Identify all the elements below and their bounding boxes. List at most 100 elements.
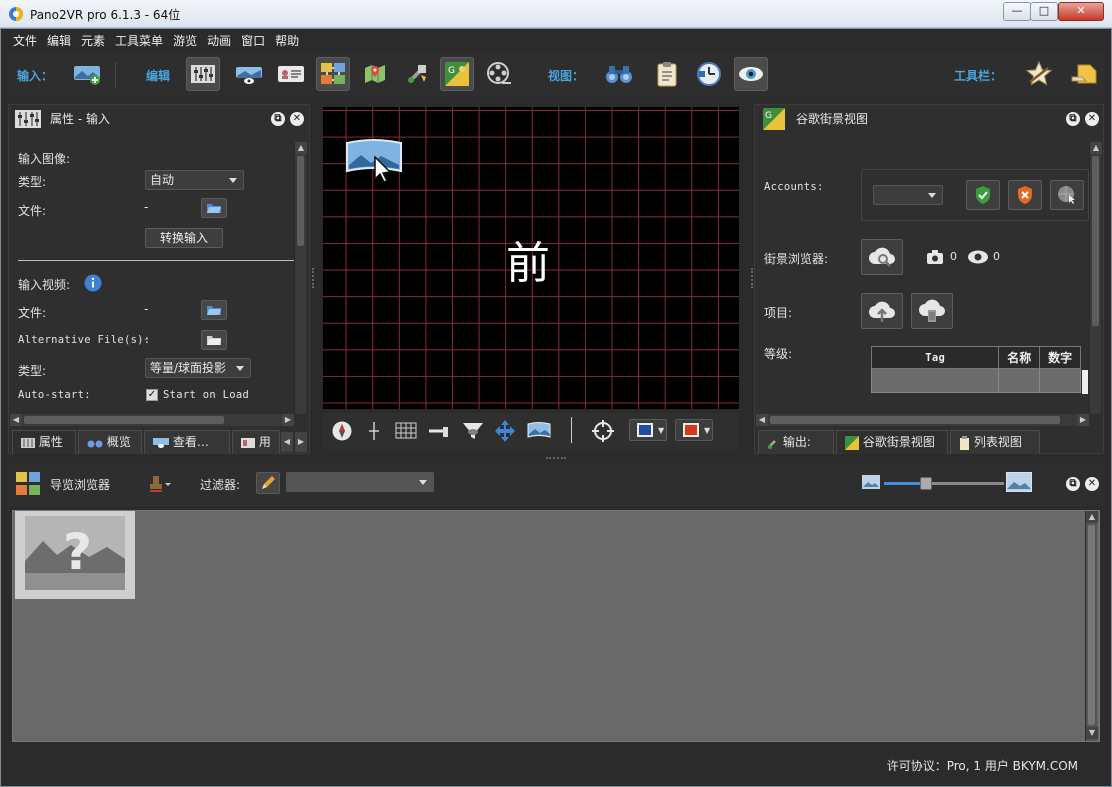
add-input-button[interactable] xyxy=(70,57,104,91)
info-icon[interactable] xyxy=(84,274,102,292)
panorama-viewer[interactable]: 前 xyxy=(323,107,739,409)
properties-hscrollbar[interactable]: ◀ ▶ xyxy=(10,414,294,426)
browse-file-button[interactable] xyxy=(201,198,227,218)
column-tag[interactable]: Tag xyxy=(870,346,1000,369)
preview-button[interactable] xyxy=(734,57,768,91)
scroll-thumb[interactable] xyxy=(297,156,304,246)
animation-button[interactable] xyxy=(482,57,516,91)
menu-animation[interactable]: 动画 xyxy=(202,30,236,52)
menu-window[interactable]: 窗口 xyxy=(236,30,270,52)
tool-settings-button[interactable] xyxy=(1022,57,1056,91)
overview-button[interactable] xyxy=(602,57,636,91)
filter-edit-button[interactable] xyxy=(256,472,280,494)
target-crosshair-icon[interactable] xyxy=(591,419,615,443)
menu-file[interactable]: 文件 xyxy=(8,30,42,52)
google-street-view-button[interactable]: G xyxy=(440,57,474,91)
tab-output[interactable]: 输出: xyxy=(758,430,834,454)
accounts-select[interactable] xyxy=(873,185,943,205)
table-row[interactable] xyxy=(870,368,1081,393)
properties-button[interactable] xyxy=(186,57,220,91)
account-settings-button[interactable] xyxy=(1050,180,1084,210)
properties-scrollbar[interactable]: ▲ xyxy=(294,142,307,414)
thumbnail-size-slider[interactable] xyxy=(884,477,1004,490)
dropdown-arrow-icon: ▼ xyxy=(704,426,711,435)
tour-browser-button[interactable] xyxy=(316,57,350,91)
panorama-thumbnail[interactable]: ? xyxy=(15,511,135,599)
patches-button[interactable] xyxy=(400,57,434,91)
video-type-select[interactable]: 等量/球面投影 xyxy=(145,358,251,378)
tab-street-view[interactable]: 谷歌街景视图 xyxy=(836,430,948,454)
tour-browser-title: 导览浏览器 xyxy=(50,478,111,492)
move-arrows-icon[interactable] xyxy=(493,419,517,443)
toolbar-input-label: 输入： xyxy=(17,69,54,83)
undock-button[interactable]: ⧉ xyxy=(271,112,285,126)
sliders-icon xyxy=(191,65,215,83)
left-splitter[interactable] xyxy=(312,268,314,288)
close-panel-button[interactable]: ✕ xyxy=(1085,477,1099,491)
grid-icon[interactable] xyxy=(395,421,417,441)
user-data-button[interactable] xyxy=(274,57,308,91)
tour-thumbnail-area[interactable]: ? ▲ ▼ xyxy=(12,510,1100,742)
undock-button[interactable]: ⧉ xyxy=(1066,112,1080,126)
line-color-picker[interactable]: ▼ xyxy=(675,419,713,441)
tab-user-data[interactable]: 用 xyxy=(232,430,280,454)
filter-select[interactable] xyxy=(286,472,434,492)
table-cell[interactable] xyxy=(1039,368,1081,393)
scroll-thumb[interactable] xyxy=(1092,156,1099,326)
tab-overview[interactable]: 概览 xyxy=(78,430,142,454)
close-panel-button[interactable]: ✕ xyxy=(290,112,304,126)
panorama-image-icon[interactable] xyxy=(527,421,551,441)
tab-viewing[interactable]: 查看… xyxy=(144,430,230,454)
minimize-button[interactable]: — xyxy=(1003,2,1031,21)
hscroll-thumb[interactable] xyxy=(770,416,1060,424)
login-button[interactable] xyxy=(966,180,1000,210)
delete-project-button[interactable] xyxy=(911,293,953,329)
menu-tools[interactable]: 工具菜单 xyxy=(110,30,168,52)
column-number[interactable]: 数字 xyxy=(1039,346,1081,369)
logout-button[interactable] xyxy=(1008,180,1042,210)
viewing-params-button[interactable] xyxy=(232,57,266,91)
tab-scroll-left[interactable]: ◀ xyxy=(281,432,293,452)
browse-alternative-button[interactable] xyxy=(201,330,227,350)
menu-help[interactable]: 帮助 xyxy=(270,30,304,52)
type-select[interactable]: 自动 xyxy=(145,170,244,190)
convert-input-button[interactable]: 转换输入 xyxy=(145,228,223,248)
bottom-splitter[interactable] xyxy=(546,457,566,459)
right-splitter[interactable] xyxy=(751,268,753,288)
scroll-thumb[interactable] xyxy=(1088,525,1095,725)
hscroll-thumb[interactable] xyxy=(24,416,224,424)
undock-button[interactable]: ⧉ xyxy=(1066,477,1080,491)
maximize-button[interactable]: □ xyxy=(1030,2,1058,21)
eye-icon xyxy=(739,67,763,81)
crosshair-thin-icon[interactable] xyxy=(365,421,383,441)
output-tool-button[interactable] xyxy=(1068,57,1102,91)
grid-color-picker[interactable]: ▼ xyxy=(629,419,667,441)
close-panel-button[interactable]: ✕ xyxy=(1085,112,1099,126)
street-view-scrollbar[interactable]: ▲ xyxy=(1089,142,1102,414)
nadir-patch-icon[interactable] xyxy=(461,420,485,442)
browse-video-button[interactable] xyxy=(201,300,227,320)
start-on-load-checkbox[interactable]: ✓ xyxy=(146,389,158,401)
street-view-header: G 谷歌街景视图 ⧉ ✕ xyxy=(762,106,1102,132)
tab-list-view[interactable]: 列表视图 xyxy=(950,430,1040,454)
compass-icon[interactable] xyxy=(331,420,353,442)
street-browser-button[interactable] xyxy=(861,239,903,275)
column-name[interactable]: 名称 xyxy=(998,346,1041,369)
tab-scroll-right[interactable]: ▶ xyxy=(295,432,307,452)
stamp-icon[interactable] xyxy=(148,474,172,494)
map-button[interactable] xyxy=(358,57,392,91)
table-cell[interactable] xyxy=(998,368,1041,393)
list-view-button[interactable] xyxy=(650,57,684,91)
menu-edit[interactable]: 编辑 xyxy=(42,30,76,52)
street-view-hscrollbar[interactable]: ◀ ▶ xyxy=(756,414,1089,426)
tab-properties[interactable]: 属性 xyxy=(12,430,76,454)
menu-elements[interactable]: 元素 xyxy=(76,30,110,52)
table-cell[interactable] xyxy=(870,368,1000,393)
upload-project-button[interactable] xyxy=(861,293,903,329)
level-tool-icon[interactable] xyxy=(427,421,451,441)
slider-handle[interactable] xyxy=(920,477,932,490)
close-button[interactable]: ✕ xyxy=(1058,2,1104,21)
menu-tour[interactable]: 游览 xyxy=(168,30,202,52)
tour-scrollbar[interactable]: ▲ ▼ xyxy=(1085,511,1098,741)
viewer-button[interactable] xyxy=(692,57,726,91)
